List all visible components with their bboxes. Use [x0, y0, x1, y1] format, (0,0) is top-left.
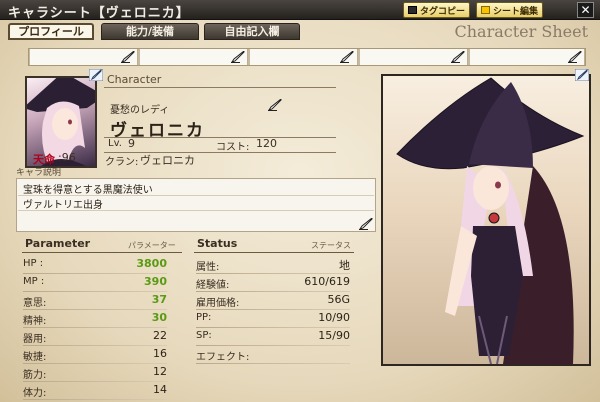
parameter-value: 14: [153, 383, 167, 396]
description-edit-icon[interactable]: [359, 218, 373, 230]
parameter-label: 敏捷:: [23, 352, 47, 363]
parameter-row: 意思: 37: [23, 292, 167, 310]
status-row: 属性: 地: [196, 256, 350, 274]
clan-value: ヴェロニカ: [140, 154, 195, 167]
status-label: 属性:: [196, 262, 220, 273]
description-line: ヴァルトリエ出身: [23, 200, 103, 211]
parameter-row: 筋力: 12: [23, 364, 167, 382]
status-value: 15/90: [318, 329, 350, 342]
parameter-row: 精神: 30: [23, 310, 167, 328]
parameter-heading-jp: パラメーター: [128, 241, 176, 250]
parameter-value: 390: [144, 275, 167, 288]
tag-icon: [408, 6, 417, 14]
status-label: SP:: [196, 330, 212, 341]
character-artwork: [396, 77, 585, 364]
cost-value: 120: [256, 137, 277, 150]
character-illustration: [381, 74, 591, 366]
description-line: 宝珠を得意とする黒魔法使い: [23, 185, 153, 196]
status-label: PP:: [196, 312, 212, 323]
quill-edit-icon[interactable]: [340, 51, 354, 63]
tag-copy-label: タグコピー: [420, 6, 466, 17]
tab-free-notes[interactable]: 自由記入欄: [204, 23, 300, 40]
status-heading: Status: [197, 237, 238, 250]
parameter-label: 意思:: [23, 298, 47, 309]
cost-label: コスト:: [216, 142, 250, 153]
parameter-label: MP :: [23, 276, 45, 287]
status-label: エフェクト:: [196, 352, 250, 363]
row-divider: [196, 363, 350, 364]
tab-ability-equipment[interactable]: 能力/装備: [101, 23, 199, 40]
status-value: 10/90: [318, 311, 350, 324]
tag-copy-button[interactable]: タグコピー: [403, 2, 471, 18]
parameter-row: 敏捷: 16: [23, 346, 167, 364]
portrait-edit-icon[interactable]: [89, 69, 103, 81]
parameter-label: 精神:: [23, 316, 47, 327]
parameter-value: 3800: [136, 257, 167, 270]
status-label: 雇用価格:: [196, 298, 240, 309]
parameter-label: 体力:: [23, 388, 47, 399]
window-titlebar: キャラシート【ヴェロニカ】 タグコピー シート編集 ✕: [0, 0, 600, 21]
edit-sheet-button[interactable]: シート編集: [476, 2, 544, 18]
status-row: 雇用価格: 56G: [196, 292, 350, 310]
quill-edit-icon[interactable]: [451, 51, 465, 63]
top-fields-strip: [28, 48, 586, 66]
character-sheet: プロフィール 能力/装備 自由記入欄 Character Sheet Chara…: [0, 20, 600, 402]
parameter-row: 器用: 22: [23, 328, 167, 346]
level-value: 9: [128, 137, 135, 150]
parameter-value: 12: [153, 365, 167, 378]
status-row: エフェクト:: [196, 346, 350, 364]
sheet-title: Character Sheet: [454, 22, 589, 41]
clan-label: クラン:: [105, 157, 139, 168]
tab-profile[interactable]: プロフィール: [8, 23, 94, 40]
divider: [104, 152, 336, 153]
status-value: 地: [339, 259, 350, 272]
parameter-row: HP : 3800: [23, 256, 167, 274]
parameter-label: 器用:: [23, 334, 47, 345]
parameter-row: 体力: 14: [23, 382, 167, 400]
parameter-label: HP :: [23, 258, 44, 269]
quill-edit-icon[interactable]: [121, 51, 135, 63]
quill-edit-icon[interactable]: [568, 51, 582, 63]
description-label: キャラ説明: [16, 168, 62, 178]
status-value: 56G: [327, 293, 350, 306]
status-value: 610/619: [304, 275, 350, 288]
status-row: 経験値: 610/619: [196, 274, 350, 292]
parameter-label: 筋力:: [23, 370, 47, 381]
status-heading-jp: ステータス: [311, 241, 351, 250]
parameter-value: 22: [153, 329, 167, 342]
parameter-heading: Parameter: [25, 237, 91, 250]
quill-edit-icon[interactable]: [231, 51, 245, 63]
close-button[interactable]: ✕: [577, 2, 594, 18]
divider: [104, 87, 336, 88]
character-label: Character: [107, 73, 162, 86]
window-title: キャラシート【ヴェロニカ】: [8, 6, 190, 21]
level-label: Lv.: [108, 138, 122, 149]
status-label: 経験値:: [196, 280, 230, 291]
divider: [22, 252, 182, 253]
illustration-edit-icon[interactable]: [575, 69, 589, 81]
row-divider: [23, 399, 167, 400]
description-rule: [18, 210, 374, 211]
status-row: SP: 15/90: [196, 328, 350, 346]
description-box: 宝珠を得意とする黒魔法使い ヴァルトリエ出身: [16, 178, 376, 232]
status-row: PP: 10/90: [196, 310, 350, 328]
destiny-value: :96: [58, 151, 76, 164]
parameter-value: 30: [151, 311, 167, 324]
parameter-row: MP : 390: [23, 274, 167, 292]
divider: [194, 252, 354, 253]
epithet: 憂愁のレディ: [110, 105, 170, 116]
edit-sheet-label: シート編集: [493, 6, 539, 17]
edit-icon: [481, 6, 490, 14]
parameter-value: 16: [153, 347, 167, 360]
parameter-value: 37: [151, 293, 167, 306]
epithet-edit-icon[interactable]: [268, 99, 282, 111]
